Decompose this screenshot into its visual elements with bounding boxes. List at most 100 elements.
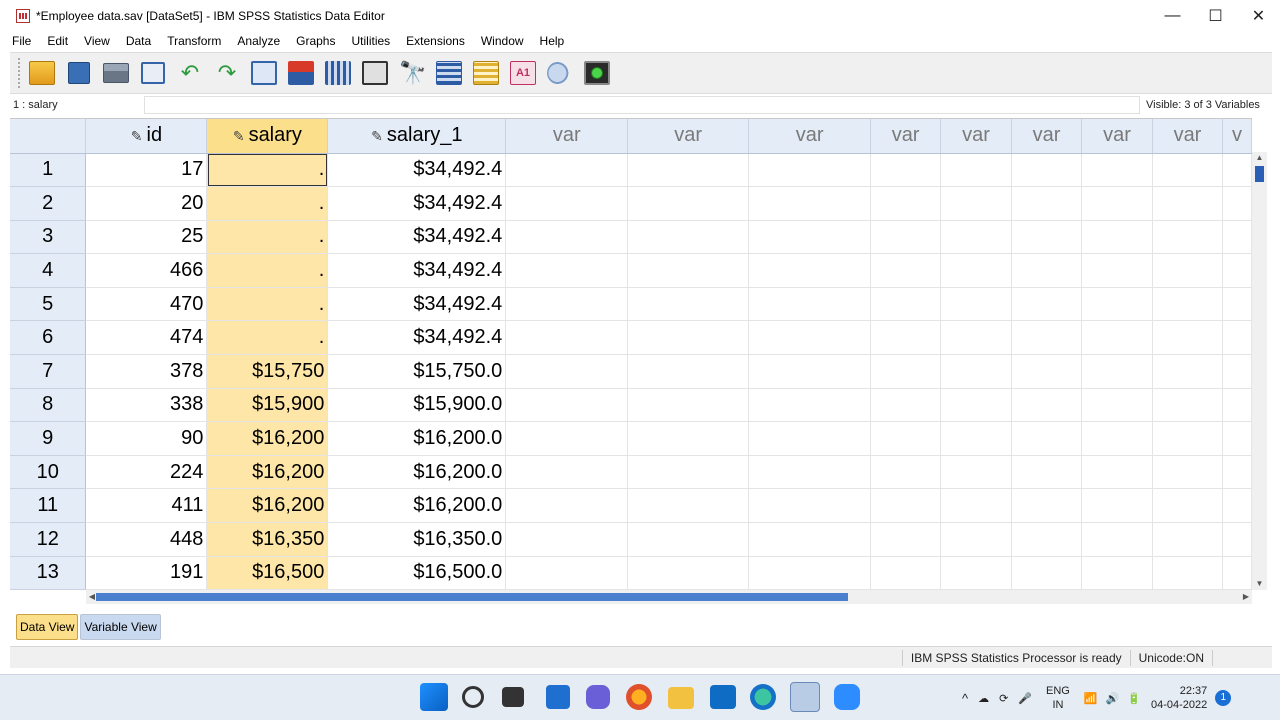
cell-empty[interactable] <box>748 388 872 423</box>
cell-empty[interactable] <box>870 354 942 389</box>
cell-empty[interactable] <box>1081 455 1153 490</box>
search-icon[interactable] <box>462 686 484 708</box>
cell-empty[interactable] <box>940 455 1013 490</box>
column-header-empty-var[interactable]: var <box>627 119 750 154</box>
cell-empty[interactable] <box>940 556 1013 590</box>
column-header-salary[interactable]: ✎ salary <box>206 119 329 154</box>
corner-cell[interactable] <box>10 119 87 154</box>
row-number[interactable]: 11 <box>10 488 87 524</box>
cell-empty[interactable] <box>1222 354 1252 389</box>
cell-empty[interactable] <box>1011 220 1083 255</box>
column-header-empty-var[interactable]: v <box>1222 119 1252 154</box>
minimize-button[interactable]: — <box>1151 0 1194 32</box>
split-file-button[interactable] <box>359 57 391 89</box>
firefox-icon[interactable] <box>626 684 652 710</box>
cell-empty[interactable] <box>748 320 872 356</box>
cell-empty[interactable] <box>1152 186 1223 221</box>
cell-empty[interactable] <box>505 556 629 590</box>
cell-empty[interactable] <box>627 388 750 423</box>
cell-empty[interactable] <box>627 522 750 557</box>
cell-empty[interactable] <box>1152 388 1223 423</box>
cell-empty[interactable] <box>870 556 942 590</box>
cell-empty[interactable] <box>1222 488 1252 524</box>
row-number[interactable]: 9 <box>10 421 87 456</box>
cell-empty[interactable] <box>748 488 872 524</box>
cell-salary-1[interactable]: $34,492.4 <box>327 287 507 322</box>
cell-salary-1[interactable]: $34,492.4 <box>327 153 507 188</box>
cell-empty[interactable] <box>940 320 1013 356</box>
cell-empty[interactable] <box>1152 556 1223 590</box>
language-indicator[interactable]: ENG IN <box>1046 684 1070 712</box>
cell-empty[interactable] <box>1152 153 1223 188</box>
cell-empty[interactable] <box>627 287 750 322</box>
cell-empty[interactable] <box>1011 287 1083 322</box>
cell-empty[interactable] <box>1152 421 1223 456</box>
cell-empty[interactable] <box>1152 455 1223 490</box>
save-button[interactable] <box>63 57 95 89</box>
cell-salary[interactable]: $15,750 <box>206 354 329 389</box>
cell-empty[interactable] <box>1152 488 1223 524</box>
menu-view[interactable]: View <box>76 34 118 48</box>
cell-empty[interactable] <box>1011 421 1083 456</box>
cell-empty[interactable] <box>1222 455 1252 490</box>
cell-empty[interactable] <box>1152 320 1223 356</box>
cell-empty[interactable] <box>1081 488 1153 524</box>
print-button[interactable] <box>100 57 132 89</box>
cell-salary[interactable]: $16,350 <box>206 522 329 557</box>
row-number[interactable]: 13 <box>10 556 87 590</box>
cell-empty[interactable] <box>748 455 872 490</box>
cell-salary-1[interactable]: $34,492.4 <box>327 253 507 288</box>
menu-graphs[interactable]: Graphs <box>288 34 343 48</box>
cell-salary[interactable]: . <box>206 153 329 188</box>
cell-empty[interactable] <box>505 388 629 423</box>
volume-icon[interactable]: 🔊 <box>1106 692 1120 705</box>
vertical-scrollbar[interactable]: ▲ ▼ <box>1252 152 1267 590</box>
cell-id[interactable]: 20 <box>85 186 208 221</box>
cell-empty[interactable] <box>870 220 942 255</box>
cell-empty[interactable] <box>505 153 629 188</box>
cell-empty[interactable] <box>627 186 750 221</box>
cell-empty[interactable] <box>748 287 872 322</box>
cell-empty[interactable] <box>748 153 872 188</box>
cell-empty[interactable] <box>940 220 1013 255</box>
cell-empty[interactable] <box>1222 421 1252 456</box>
cell-id[interactable]: 466 <box>85 253 208 288</box>
cell-empty[interactable] <box>1011 354 1083 389</box>
cell-empty[interactable] <box>1011 186 1083 221</box>
vertical-scroll-thumb[interactable] <box>1255 166 1264 182</box>
scroll-down-icon[interactable]: ▼ <box>1252 578 1267 590</box>
cell-empty[interactable] <box>940 488 1013 524</box>
menu-data[interactable]: Data <box>118 34 159 48</box>
cell-empty[interactable] <box>627 421 750 456</box>
cell-empty[interactable] <box>748 186 872 221</box>
cell-salary[interactable]: $16,200 <box>206 455 329 490</box>
open-button[interactable] <box>26 57 58 89</box>
cell-salary[interactable]: . <box>206 320 329 356</box>
cell-empty[interactable] <box>627 320 750 356</box>
menu-file[interactable]: File <box>4 34 39 48</box>
file-explorer-icon[interactable] <box>668 687 694 709</box>
cell-empty[interactable] <box>940 388 1013 423</box>
cell-empty[interactable] <box>1081 320 1153 356</box>
outlook-icon[interactable] <box>710 685 736 709</box>
cell-empty[interactable] <box>1081 421 1153 456</box>
cell-empty[interactable] <box>1152 287 1223 322</box>
cell-empty[interactable] <box>1011 388 1083 423</box>
cell-empty[interactable] <box>505 253 629 288</box>
column-header-empty-var[interactable]: var <box>748 119 872 154</box>
menu-analyze[interactable]: Analyze <box>229 34 288 48</box>
cell-empty[interactable] <box>1081 153 1153 188</box>
cell-id[interactable]: 474 <box>85 320 208 356</box>
windows-start-icon[interactable] <box>420 683 448 711</box>
cell-empty[interactable] <box>505 522 629 557</box>
cell-empty[interactable] <box>1081 522 1153 557</box>
wifi-icon[interactable]: 📶 <box>1084 692 1098 705</box>
cell-empty[interactable] <box>1222 186 1252 221</box>
cell-empty[interactable] <box>505 354 629 389</box>
maximize-button[interactable]: ☐ <box>1194 0 1237 32</box>
cell-empty[interactable] <box>870 488 942 524</box>
cell-salary-1[interactable]: $16,200.0 <box>327 488 507 524</box>
edge-icon[interactable] <box>750 684 776 710</box>
cell-salary[interactable]: $16,200 <box>206 421 329 456</box>
menu-extensions[interactable]: Extensions <box>398 34 473 48</box>
